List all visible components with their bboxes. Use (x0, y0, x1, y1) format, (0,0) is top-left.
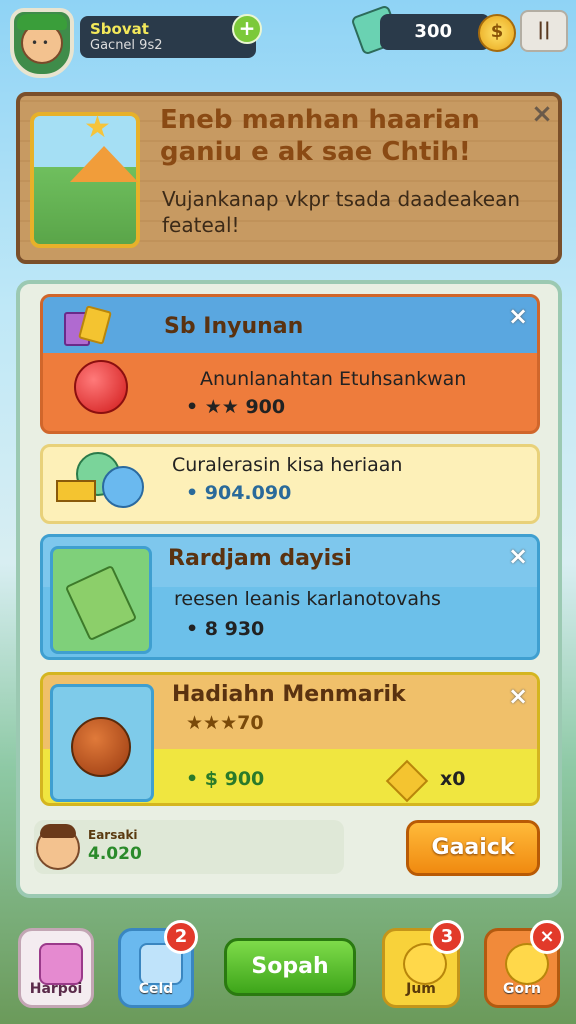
tent-icon (70, 146, 138, 182)
card-4-value: • $ 900 (186, 768, 265, 790)
card-3-description: reesen leanis karlanotovahs (174, 588, 441, 610)
card-4-title: Hadiahn Menmarik (172, 682, 406, 707)
banner-title-line1: Eneb manhan haarian (160, 105, 480, 135)
cash-icon (64, 564, 138, 642)
player-info: Sbovat Gacnel 9s2 (80, 16, 256, 58)
nav-badge-2: 2 (164, 920, 198, 954)
card-1-close-icon[interactable]: × (508, 302, 528, 330)
nav-badge-4: 3 (430, 920, 464, 954)
card-2-description: Curalerasin kisa heriaan (172, 454, 403, 476)
avatar-face-icon (17, 14, 67, 64)
gift-box-icon (39, 943, 83, 985)
nav-label-5: Gorn (503, 981, 541, 997)
pause-button[interactable]: || (520, 10, 568, 52)
banner-picture: ★ (30, 110, 140, 248)
nav-badge-5[interactable]: × (530, 920, 564, 954)
nav-label-4: Jum (406, 981, 436, 997)
money-picture (50, 546, 152, 654)
nav-item-main[interactable]: Sopah (224, 938, 356, 996)
gold-pot-icon (71, 717, 131, 777)
card-2-value: • 904.090 (186, 482, 292, 504)
player-avatar[interactable] (10, 8, 74, 78)
card-4-stars: ★★★70 (186, 712, 264, 734)
nav-item-shop[interactable]: Harpoi (18, 928, 94, 1008)
cards-icon (60, 305, 114, 346)
banner-subtitle-line1: Vujankanap vkpr tsada daadeakean (162, 187, 521, 211)
player-subtitle: Gacnel 9s2 (90, 38, 163, 53)
banner-subtitle-line2: feateal! (162, 213, 240, 237)
user-label: Earsaki (88, 828, 138, 842)
card-4-extra-value: x0 (440, 768, 466, 790)
pot-picture (50, 684, 154, 802)
player-name: Sbovat (90, 20, 149, 38)
banner-subtitle: Vujankanap vkpr tsada daadeakean feateal… (162, 186, 542, 238)
claim-button[interactable]: Gaaick (406, 820, 540, 876)
user-value: 4.020 (88, 844, 142, 864)
user-avatar-icon (36, 824, 80, 870)
red-ball-icon (74, 360, 128, 414)
banner-title: Eneb manhan haarian ganiu e ak sae Chtih… (160, 104, 510, 168)
card-3-value: • 8 930 (186, 618, 265, 640)
banner-close-icon[interactable]: × (528, 100, 556, 128)
card-1-value: • ★★ 900 (186, 396, 286, 418)
star-icon: ★ (84, 110, 111, 145)
add-currency-button[interactable]: + (232, 14, 262, 44)
card-1-title: Sb Inyunan (164, 314, 304, 339)
card-4-close-icon[interactable]: × (508, 682, 528, 710)
user-progress-bar (34, 820, 344, 874)
nav-label-1: Harpoi (29, 981, 83, 997)
card-1-description: Anunlanahtan Etuhsankwan (200, 368, 467, 390)
banner-title-line2: ganiu e ak sae Chtih! (160, 137, 471, 167)
gems-pile-icon (56, 452, 144, 512)
card-3-close-icon[interactable]: × (508, 542, 528, 570)
coin-icon[interactable]: $ (478, 14, 516, 52)
nav-label-2: Celd (138, 981, 174, 997)
card-3-title: Rardjam dayisi (168, 546, 352, 571)
gem-counter: 300 (380, 14, 490, 50)
